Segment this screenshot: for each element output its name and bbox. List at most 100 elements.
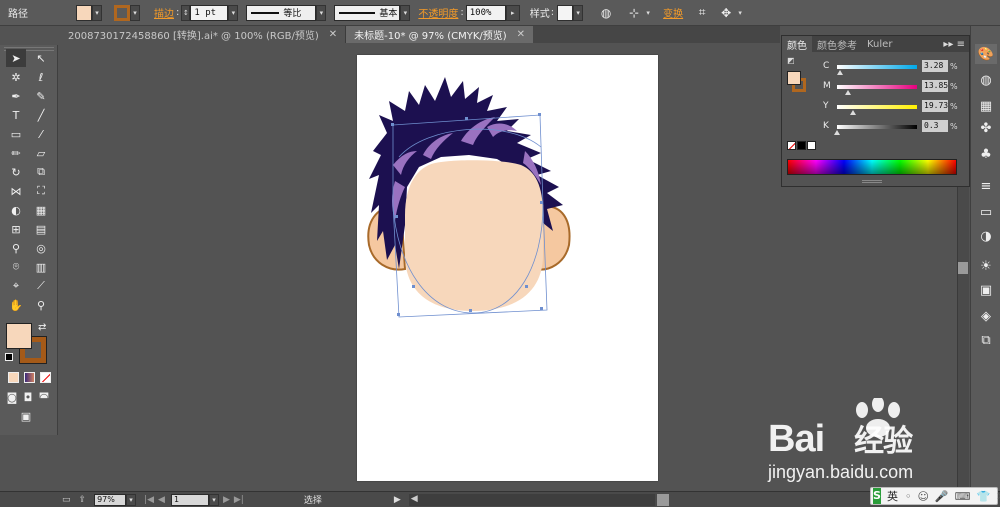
arrange-dropdown[interactable]: ▾ <box>735 5 745 21</box>
width-tool-icon[interactable]: ⋈ <box>6 182 26 200</box>
zoom-field[interactable]: 97% <box>94 493 127 506</box>
tab-color[interactable]: 颜色 <box>782 36 812 52</box>
draw-behind-icon[interactable]: ◘ <box>20 388 36 406</box>
tab-document-1[interactable]: 2008730172458860 [转换].ai* @ 100% (RGB/预览… <box>60 26 347 43</box>
emoji-icon[interactable]: ☺ <box>917 490 928 503</box>
slider-track-c[interactable] <box>837 65 917 69</box>
artboard-tool-icon[interactable]: ⌖ <box>6 277 26 295</box>
transform-link[interactable]: 变换 <box>663 5 683 20</box>
artboards-icon[interactable]: ⧉ <box>975 330 997 350</box>
align-dropdown[interactable]: ▾ <box>643 5 653 21</box>
slider-track-y[interactable] <box>837 105 917 109</box>
none-mode-icon[interactable] <box>40 372 51 383</box>
isolate-icon[interactable]: ⌗ <box>693 4 711 22</box>
layers-icon[interactable]: ◈ <box>975 306 997 326</box>
stroke-weight-dropdown[interactable]: ▾ <box>228 4 239 21</box>
profile-dropdown[interactable]: ▾ <box>316 4 327 21</box>
perspective-grid-tool-icon[interactable]: ▦ <box>31 201 51 219</box>
prev-page-icon[interactable]: ◀ <box>158 495 165 505</box>
mesh-tool-icon[interactable]: ⊞ <box>6 220 26 238</box>
magic-wand-tool-icon[interactable]: ✲ <box>6 68 26 86</box>
brushes-icon[interactable]: ✤ <box>975 118 997 138</box>
artboard-nav-icon[interactable]: ▭ <box>62 495 71 505</box>
style-swatch[interactable] <box>557 4 574 21</box>
free-transform-tool-icon[interactable]: ⛶ <box>31 182 51 200</box>
stroke-icon[interactable]: ≡ <box>975 176 997 196</box>
direct-selection-tool-icon[interactable]: ↖ <box>31 49 51 67</box>
scroll-left-icon[interactable]: ◀ <box>411 494 418 504</box>
gradient-mode-icon[interactable] <box>24 372 35 383</box>
page-dropdown[interactable]: ▾ <box>208 493 219 506</box>
slider-knob-c[interactable] <box>836 70 843 75</box>
slider-track-m[interactable] <box>837 85 917 89</box>
fill-dropdown[interactable]: ▾ <box>92 4 102 21</box>
eyedropper-tool-icon[interactable]: ⚲ <box>6 239 26 257</box>
close-icon[interactable]: ✕ <box>329 29 337 40</box>
gradient-icon[interactable]: ▭ <box>975 202 997 222</box>
sogou-logo-icon[interactable]: S <box>873 488 881 504</box>
panel-resize-grip[interactable] <box>862 180 882 183</box>
slider-knob-m[interactable] <box>845 90 852 95</box>
slice-tool-icon[interactable]: ⟋ <box>31 277 51 295</box>
vertical-scroll-thumb[interactable] <box>958 262 968 274</box>
stroke-weight-field[interactable]: 1 pt <box>190 4 229 21</box>
last-page-icon[interactable]: ▶| <box>234 495 244 505</box>
opacity-dropdown[interactable]: ▸ <box>505 4 520 21</box>
symbol-sprayer-tool-icon[interactable]: ⌾ <box>6 258 26 276</box>
shape-builder-tool-icon[interactable]: ◐ <box>6 201 26 219</box>
punctuation-icon[interactable]: ◦ <box>905 490 912 503</box>
close-icon[interactable]: ✕ <box>517 29 525 40</box>
color-guide-icon[interactable]: ◍ <box>975 70 997 90</box>
hand-tool-icon[interactable]: ✋ <box>6 296 26 314</box>
keyboard-icon[interactable]: ⌨ <box>955 490 971 503</box>
tools-icon[interactable]: ✕ <box>996 490 1000 503</box>
tab-kuler[interactable]: Kuler <box>862 36 897 52</box>
stroke-link[interactable]: 描边 <box>154 5 174 20</box>
horizontal-scrollbar[interactable]: ◀ <box>408 493 669 506</box>
blend-tool-icon[interactable]: ◎ <box>31 239 51 257</box>
default-colors-icon[interactable] <box>5 353 13 361</box>
slider-knob-k[interactable] <box>834 130 841 135</box>
draw-inside-icon[interactable]: ◚ <box>36 388 52 406</box>
slider-track-k[interactable] <box>837 125 917 129</box>
pencil-tool-icon[interactable]: ✏ <box>6 144 26 162</box>
swatches-icon[interactable]: ▦ <box>975 96 997 116</box>
transparency-icon[interactable]: ◑ <box>975 226 997 246</box>
paintbrush-tool-icon[interactable]: ⁄ <box>31 125 51 143</box>
color-panel-icon[interactable]: 🎨 <box>975 44 997 64</box>
screen-mode-icon[interactable]: ▣ <box>16 407 36 425</box>
column-graph-tool-icon[interactable]: ▥ <box>31 258 51 276</box>
lasso-tool-icon[interactable]: ℓ <box>31 68 51 86</box>
line-tool-icon[interactable]: ╱ <box>31 106 51 124</box>
rectangle-tool-icon[interactable]: ▭ <box>6 125 26 143</box>
arrange-icon[interactable]: ✥ <box>717 4 735 22</box>
zoom-dropdown[interactable]: ▾ <box>126 493 137 506</box>
ime-language[interactable]: 英 <box>887 488 898 504</box>
pen-tool-icon[interactable]: ✒ <box>6 87 26 105</box>
swap-fill-stroke-icon[interactable]: ⇄ <box>38 322 46 333</box>
stroke-swatch[interactable] <box>114 4 130 21</box>
curvature-tool-icon[interactable]: ✎ <box>31 87 51 105</box>
brush-definition[interactable]: 基本 <box>334 4 401 21</box>
rotate-tool-icon[interactable]: ↻ <box>6 163 26 181</box>
next-page-icon[interactable]: ▶ <box>223 495 230 505</box>
appearance-icon[interactable]: ☀ <box>975 256 997 276</box>
eraser-tool-icon[interactable]: ▱ <box>31 144 51 162</box>
first-page-icon[interactable]: |◀ <box>144 495 154 505</box>
stroke-weight-stepper[interactable]: ↕ <box>181 4 191 21</box>
color-spectrum[interactable] <box>787 159 957 175</box>
slider-value-y[interactable]: 19.73 <box>922 100 948 112</box>
align-icon[interactable]: ⊹ <box>625 4 643 22</box>
artwork-canvas[interactable] <box>357 55 658 481</box>
stroke-dropdown[interactable]: ▾ <box>130 4 140 21</box>
skin-icon[interactable]: 👕 <box>977 490 991 503</box>
variable-width-profile[interactable]: 等比 <box>246 4 317 21</box>
brush-dropdown[interactable]: ▾ <box>400 4 411 21</box>
status-menu-icon[interactable]: ▶ <box>394 495 401 505</box>
fill-color-box[interactable] <box>6 323 32 349</box>
share-icon[interactable]: ⇪ <box>79 495 87 505</box>
tab-color-guide[interactable]: 颜色参考 <box>812 36 862 52</box>
opacity-field[interactable]: 100% <box>465 4 506 21</box>
scale-tool-icon[interactable]: ⧉ <box>31 163 51 181</box>
horizontal-scroll-thumb[interactable] <box>656 493 669 506</box>
